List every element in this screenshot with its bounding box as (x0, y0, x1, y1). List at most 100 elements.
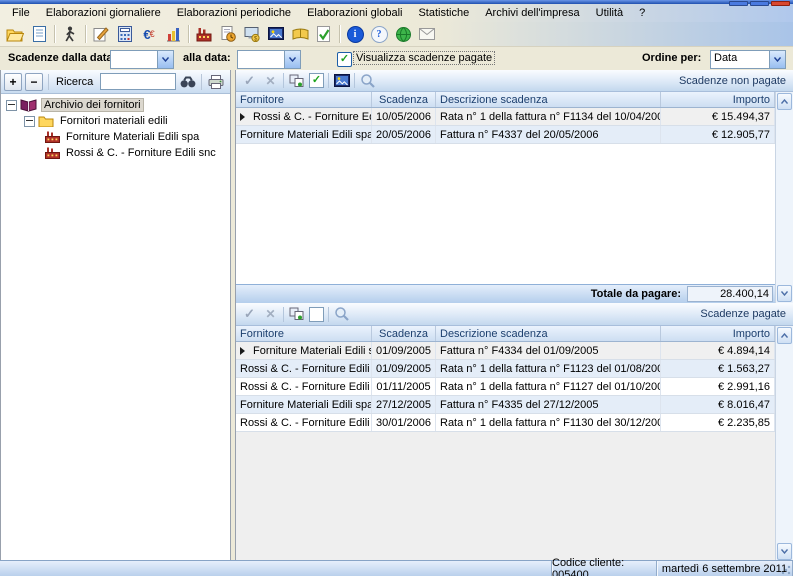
tree-node-label[interactable]: Fornitori materiali edili (58, 115, 170, 127)
paid-flag-checkbox-empty[interactable] (309, 307, 324, 322)
globe-icon[interactable] (391, 23, 415, 45)
menu-elaborazioni-giornaliere[interactable]: Elaborazioni giornaliere (38, 5, 169, 21)
envelope-icon[interactable] (415, 23, 439, 45)
status-client-code: Codice cliente: 005400 (552, 561, 657, 576)
remove-supplier-button[interactable]: − (25, 73, 43, 91)
clock-document-icon[interactable] (216, 23, 240, 45)
post-payment-icon[interactable] (288, 306, 305, 323)
scroll-up-icon[interactable] (777, 93, 792, 110)
cancel-icon[interactable]: ✕ (262, 306, 279, 323)
show-paid-checkbox[interactable]: ✓ (337, 52, 352, 67)
to-date-combobox[interactable] (237, 50, 301, 69)
tree-node-label[interactable]: Archivio dei fornitori (41, 98, 144, 112)
table-row[interactable]: Rossi & C. - Forniture Edili snc 01/11/2… (236, 378, 775, 396)
money-computer-icon[interactable]: $ (240, 23, 264, 45)
chevron-down-icon[interactable] (769, 51, 785, 68)
search-input[interactable] (100, 73, 176, 90)
tree-node-fornitori-materiali[interactable]: Fornitori materiali edili (1, 113, 230, 129)
bar-chart-icon[interactable] (161, 23, 185, 45)
cell-importo: € 1.563,27 (661, 360, 775, 377)
paid-flag-checkbox-checked[interactable]: ✓ (309, 73, 324, 88)
scroll-down-icon[interactable] (777, 543, 792, 560)
tree-node-rossi-snc[interactable]: Rossi & C. - Forniture Edili snc (1, 145, 230, 161)
cell-fornitore: Rossi & C. - Forniture Edili snc (236, 360, 372, 377)
collapse-expander[interactable] (6, 100, 17, 111)
print-icon[interactable] (207, 73, 224, 90)
tree-node-label[interactable]: Rossi & C. - Forniture Edili snc (64, 147, 218, 159)
open-folder-icon[interactable] (3, 23, 27, 45)
menu-elaborazioni-periodiche[interactable]: Elaborazioni periodiche (169, 5, 299, 21)
yellow-book-icon[interactable] (288, 23, 312, 45)
confirm-icon[interactable]: ✓ (241, 72, 258, 89)
column-header-scadenza[interactable]: Scadenza (372, 326, 436, 341)
menu-help[interactable]: ? (631, 5, 653, 21)
chevron-down-icon[interactable] (157, 51, 173, 68)
table-row[interactable]: Rossi & C. - Forniture Edili snc 30/01/2… (236, 414, 775, 432)
maximize-button[interactable] (750, 1, 769, 6)
show-paid-label[interactable]: Visualizza scadenze pagate (354, 52, 494, 64)
euro-conversion-icon[interactable]: €€ (137, 23, 161, 45)
cell-scadenza: 01/09/2005 (372, 342, 436, 359)
add-supplier-button[interactable]: + (4, 73, 22, 91)
total-bar: Totale da pagare: 28.400,14 (236, 284, 775, 303)
help-icon[interactable]: ? (367, 23, 391, 45)
menu-file[interactable]: File (4, 5, 38, 21)
from-date-combobox[interactable] (110, 50, 174, 69)
to-date-value (238, 51, 284, 68)
binoculars-icon[interactable] (179, 73, 196, 90)
suppliers-panel: + − Ricerca Archivio (0, 70, 231, 561)
table-row[interactable]: Forniture Materiali Edili spa 27/12/2005… (236, 396, 775, 414)
column-header-importo[interactable]: Importo (661, 326, 775, 341)
collapse-expander[interactable] (24, 116, 35, 127)
post-payment-icon[interactable] (288, 72, 305, 89)
monitor-image-icon[interactable] (264, 23, 288, 45)
from-date-value (111, 51, 157, 68)
edit-pen-icon[interactable] (89, 23, 113, 45)
tree-node-archivio[interactable]: Archivio dei fornitori (1, 97, 230, 113)
cell-descrizione: Rata n° 1 della fattura n° F1127 del 01/… (436, 378, 661, 395)
column-header-importo[interactable]: Importo (661, 92, 775, 107)
unpaid-section: ✓ ✕ ✓ Scadenze non pagate (236, 70, 793, 303)
confirm-icon[interactable]: ✓ (241, 306, 258, 323)
table-row[interactable]: Rossi & C. - Forniture Edili snc 10/05/2… (236, 108, 775, 126)
minimize-button[interactable] (729, 1, 748, 6)
chevron-down-icon[interactable] (284, 51, 300, 68)
menu-utilita[interactable]: Utilità (588, 5, 632, 21)
unpaid-scrollbar[interactable] (775, 92, 793, 303)
tree-node-label[interactable]: Forniture Materiali Edili spa (64, 131, 201, 143)
check-sheet-icon[interactable] (312, 23, 336, 45)
table-empty-area (236, 144, 775, 284)
title-bar-strip (0, 0, 793, 4)
unpaid-toolbar: ✓ ✕ ✓ Scadenze non pagate (236, 70, 793, 92)
main-area: + − Ricerca Archivio (0, 70, 793, 561)
magnifier-icon[interactable] (333, 306, 350, 323)
table-row[interactable]: Forniture Materiali Edili spa 01/09/2005… (236, 342, 775, 360)
column-header-descrizione[interactable]: Descrizione scadenza (436, 326, 661, 341)
cancel-icon[interactable]: ✕ (262, 72, 279, 89)
walking-person-icon[interactable] (58, 23, 82, 45)
column-header-fornitore[interactable]: Fornitore (236, 92, 372, 107)
column-header-descrizione[interactable]: Descrizione scadenza (436, 92, 661, 107)
paid-scrollbar[interactable] (775, 326, 793, 561)
factory-icon[interactable] (192, 23, 216, 45)
order-by-combobox[interactable]: Data (710, 50, 786, 69)
resize-grip[interactable] (781, 565, 791, 575)
table-row[interactable]: Rossi & C. - Forniture Edili snc 01/09/2… (236, 360, 775, 378)
menu-archivi-impresa[interactable]: Archivi dell'impresa (477, 5, 587, 21)
document-icon[interactable] (27, 23, 51, 45)
column-header-scadenza[interactable]: Scadenza (372, 92, 436, 107)
scroll-down-icon[interactable] (777, 285, 792, 302)
table-row[interactable]: Forniture Materiali Edili spa 20/05/2006… (236, 126, 775, 144)
scroll-up-icon[interactable] (777, 327, 792, 344)
menu-elaborazioni-globali[interactable]: Elaborazioni globali (299, 5, 410, 21)
image-preview-icon[interactable] (333, 72, 350, 89)
info-icon[interactable]: i (343, 23, 367, 45)
menu-statistiche[interactable]: Statistiche (410, 5, 477, 21)
tree-node-forniture-spa[interactable]: Forniture Materiali Edili spa (1, 129, 230, 145)
column-header-fornitore[interactable]: Fornitore (236, 326, 372, 341)
close-button[interactable] (771, 1, 790, 6)
magnifier-icon[interactable] (359, 72, 376, 89)
cell-scadenza: 01/09/2005 (372, 360, 436, 377)
calculator-icon[interactable] (113, 23, 137, 45)
main-toolbar: €€ $ i ? (0, 22, 793, 47)
